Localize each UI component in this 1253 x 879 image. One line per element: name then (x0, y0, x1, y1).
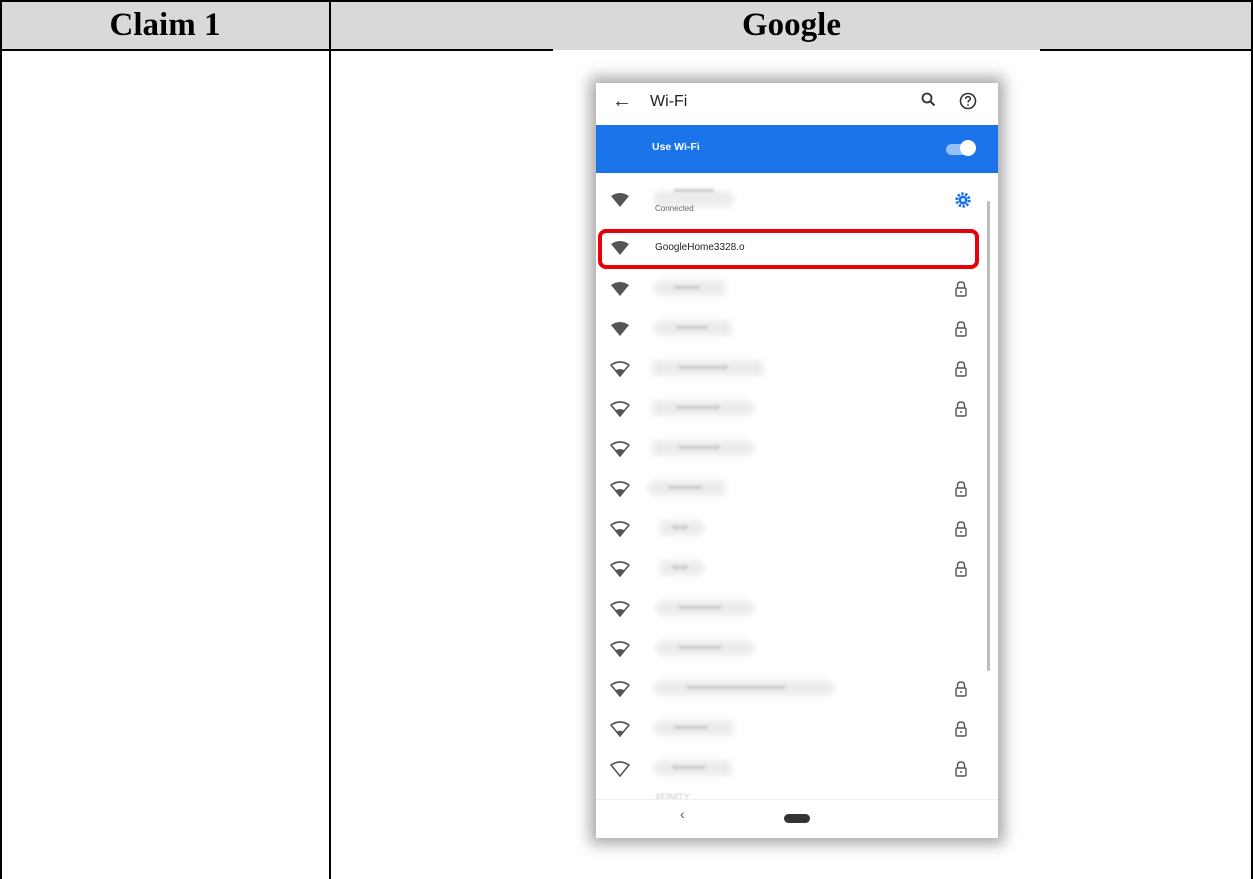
lock-icon (955, 521, 967, 537)
highlight-box (598, 229, 979, 269)
table-border-left (0, 0, 2, 879)
header-divider-right (1040, 49, 1253, 51)
network-row[interactable] (596, 590, 998, 630)
lock-icon (955, 361, 967, 377)
header-google: Google (742, 6, 841, 43)
wifi-icon (610, 641, 630, 657)
network-row[interactable] (596, 310, 998, 350)
wifi-icon (611, 322, 629, 336)
search-icon[interactable] (920, 91, 938, 109)
column-divider (329, 0, 331, 879)
lock-icon (955, 681, 967, 697)
network-row[interactable] (596, 630, 998, 670)
network-row[interactable] (596, 390, 998, 430)
network-row[interactable] (596, 350, 998, 390)
blurred-text (674, 286, 700, 289)
lock-icon (955, 481, 967, 497)
wifi-icon (610, 681, 630, 697)
nav-back-icon[interactable]: ‹ (680, 806, 685, 822)
network-row[interactable] (596, 550, 998, 590)
wifi-icon (610, 401, 630, 417)
table-header-row: Claim 1 Google (0, 0, 1253, 50)
network-row[interactable] (596, 270, 998, 310)
network-row[interactable] (596, 470, 998, 510)
blurred-text (678, 366, 728, 369)
blurred-text (676, 406, 720, 409)
lock-icon (955, 281, 967, 297)
wifi-icon (610, 481, 630, 497)
blurred-text (672, 766, 706, 769)
blurred-text (676, 326, 708, 329)
network-row[interactable] (596, 670, 998, 710)
use-wifi-label: Use Wi-Fi (652, 141, 700, 153)
header-divider-left (0, 49, 553, 51)
blurred-text (672, 566, 688, 569)
blurred-text (678, 606, 722, 609)
network-row[interactable] (596, 510, 998, 550)
wifi-icon (610, 361, 630, 377)
system-nav-bar: ‹ (596, 799, 998, 838)
blurred-text (686, 686, 786, 689)
wifi-icon (610, 441, 630, 457)
table-border-top (0, 0, 1253, 2)
blurred-text (674, 726, 708, 729)
network-row-connected[interactable]: Connected (596, 181, 998, 221)
blurred-text (674, 189, 714, 192)
lock-icon (955, 321, 967, 337)
wifi-icon (610, 561, 630, 577)
wifi-toggle[interactable] (960, 140, 976, 156)
wifi-icon (610, 601, 630, 617)
blurred-text (672, 526, 688, 529)
wifi-icon (610, 521, 630, 537)
header-claim: Claim 1 (109, 6, 221, 43)
blurred-text (678, 646, 722, 649)
wifi-icon (611, 193, 629, 207)
lock-icon (955, 401, 967, 417)
wifi-icon (611, 282, 629, 296)
lock-icon (955, 761, 967, 777)
wifi-icon (610, 761, 630, 777)
network-row[interactable] (596, 710, 998, 750)
help-circle-icon[interactable] (958, 91, 978, 111)
lock-icon (955, 561, 967, 577)
blurred-text (678, 446, 720, 449)
use-wifi-row[interactable]: Use Wi-Fi (596, 125, 998, 173)
network-row[interactable] (596, 750, 998, 790)
page-title: Wi-Fi (650, 93, 688, 110)
blurred-text (668, 486, 702, 489)
network-row[interactable] (596, 430, 998, 470)
app-bar: ← Wi-Fi (596, 83, 998, 125)
phone-screenshot: ← Wi-Fi Use Wi-Fi Connected GoogleHome33… (596, 83, 998, 838)
home-pill-icon[interactable] (784, 814, 810, 823)
gear-icon[interactable] (954, 191, 972, 209)
arrow-left-icon[interactable]: ← (612, 90, 632, 113)
connected-status: Connected (655, 204, 694, 213)
lock-icon (955, 721, 967, 737)
wifi-icon (610, 721, 630, 737)
